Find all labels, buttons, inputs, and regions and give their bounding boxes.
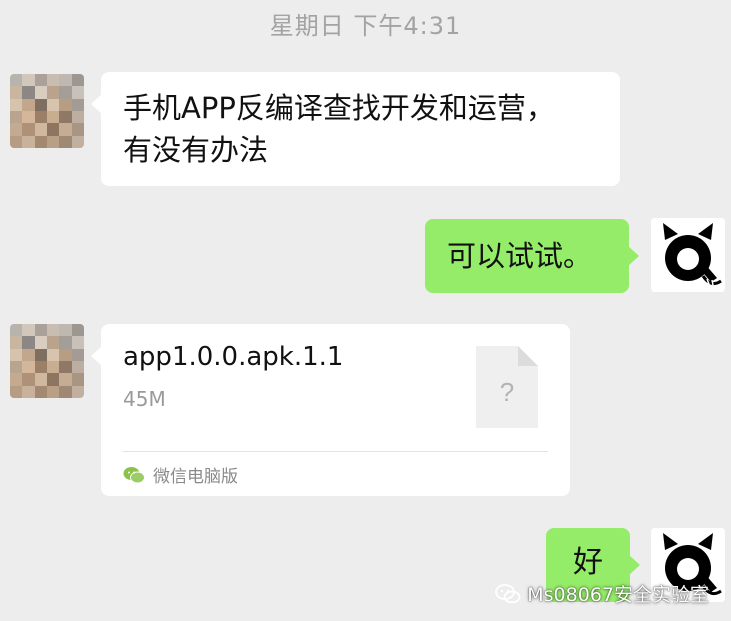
contact-avatar[interactable]: [10, 324, 84, 398]
bubble-tail: [91, 346, 102, 366]
chat-timestamp: 星期日 下午4:31: [269, 12, 462, 40]
bubble-tail: [91, 94, 102, 114]
svg-text:?: ?: [500, 377, 514, 407]
message-bubble-self[interactable]: 可以试试。: [425, 219, 639, 293]
file-name: app1.0.0.apk.1.1: [123, 342, 344, 372]
file-message-card[interactable]: app1.0.0.apk.1.1 45M ? 微信电脑版: [91, 324, 570, 496]
unknown-file-icon: ?: [476, 346, 538, 428]
wechat-icon: [123, 466, 145, 483]
message-bubble-other[interactable]: 手机APP反编译查找开发和运营， 有没有办法: [91, 72, 620, 186]
message-text: 手机APP反编译查找开发和运营， 有没有办法: [123, 91, 555, 167]
bubble-tail: [628, 246, 639, 266]
watermark-text: Ms08067安全实验室: [527, 584, 709, 606]
cat-logo-icon: [651, 218, 725, 292]
file-size: 45M: [123, 387, 166, 411]
message-text: 好: [573, 545, 603, 580]
wechat-icon: [495, 583, 521, 603]
divider: [123, 451, 548, 452]
watermark: Ms08067安全实验室: [495, 580, 709, 607]
self-avatar[interactable]: [651, 218, 725, 292]
file-source: 微信电脑版: [123, 462, 238, 487]
bubble-tail: [629, 555, 640, 575]
contact-avatar[interactable]: [10, 74, 84, 148]
message-text: 可以试试。: [447, 239, 593, 273]
file-source-label: 微信电脑版: [153, 467, 238, 487]
